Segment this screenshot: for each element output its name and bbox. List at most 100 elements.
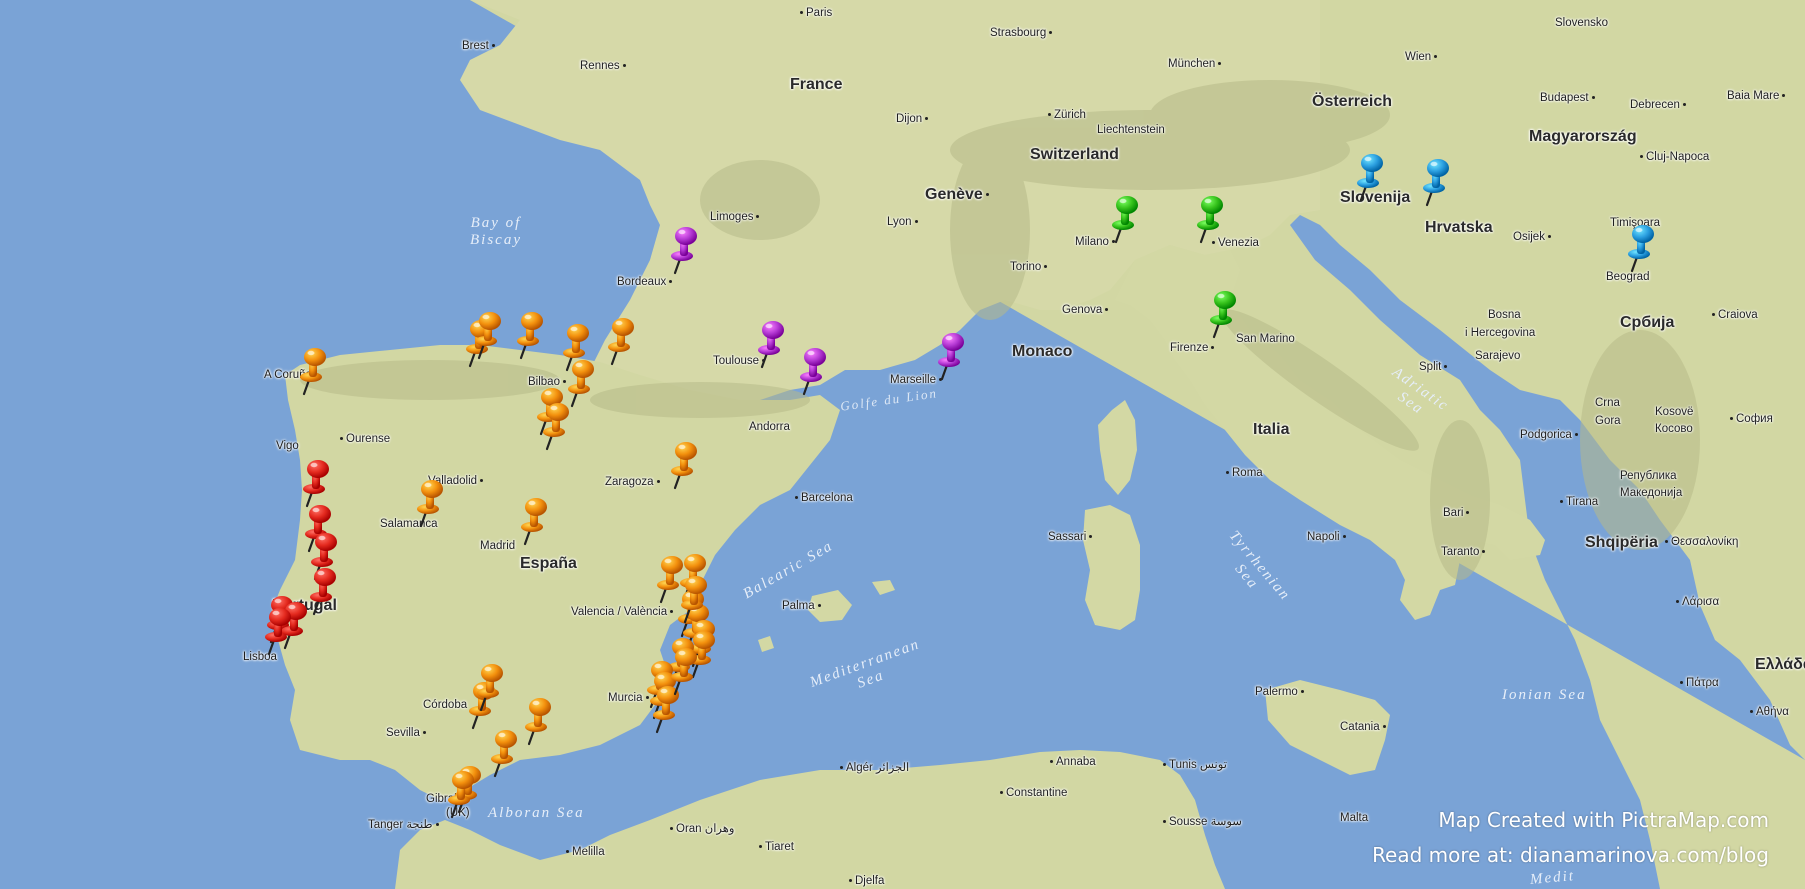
map-label: Podgorica — [1520, 429, 1578, 442]
pushpin-marker[interactable] — [518, 496, 552, 546]
pushpin-marker[interactable] — [605, 316, 639, 366]
map-label: Rennes — [580, 60, 626, 73]
map-label: Switzerland — [1030, 146, 1119, 163]
pushpin-icon — [671, 227, 697, 275]
map-label: Annaba — [1050, 756, 1096, 769]
map-label: Shqipëria — [1585, 534, 1658, 551]
pushpin-marker[interactable] — [445, 769, 479, 819]
map-label: Tirana — [1560, 496, 1598, 509]
map-label: Tiaret — [759, 841, 794, 854]
pushpin-icon — [417, 480, 443, 528]
map-label: Madrid — [480, 540, 516, 552]
map-label: Craiova — [1712, 309, 1758, 322]
pushpin-marker[interactable] — [474, 662, 508, 712]
map-label: Македонија — [1620, 487, 1683, 499]
pushpin-icon — [1112, 196, 1138, 244]
map-label: Osijek — [1513, 231, 1551, 244]
map-label: Italia — [1253, 421, 1290, 438]
map-label: София — [1730, 413, 1773, 426]
map-label: Λάρισα — [1676, 596, 1719, 609]
pushpin-icon — [543, 403, 569, 451]
pushpin-icon — [671, 648, 697, 696]
pushpin-marker[interactable] — [668, 440, 702, 490]
map-label: Vigo — [276, 440, 299, 452]
pushpin-marker[interactable] — [472, 310, 506, 360]
pushpin-marker[interactable] — [1354, 152, 1388, 202]
map-label: España — [520, 555, 577, 572]
sea-label: Ionian Sea — [1502, 687, 1587, 703]
pushpin-icon — [310, 568, 336, 616]
map-label: Zürich — [1048, 109, 1086, 122]
pushpin-marker[interactable] — [1625, 223, 1659, 273]
map-label: München — [1168, 58, 1221, 71]
pushpin-marker[interactable] — [297, 346, 331, 396]
pushpin-marker[interactable] — [522, 696, 556, 746]
map-label: Sassari — [1048, 531, 1092, 544]
map-label: Bordeaux — [617, 276, 672, 289]
map-label: Lyon — [887, 216, 918, 229]
map-label: Napoli — [1307, 531, 1346, 544]
sea-label: Alboran Sea — [488, 805, 585, 821]
pushpin-marker[interactable] — [678, 574, 712, 624]
pushpin-icon — [517, 312, 543, 360]
pushpin-marker[interactable] — [668, 646, 702, 696]
pushpin-icon — [477, 664, 503, 712]
map-view[interactable]: Paris Brest Rennes France Strasbourg Mün… — [0, 0, 1805, 889]
map-label: Split — [1419, 361, 1447, 374]
map-label: Murcia — [608, 692, 649, 705]
pushpin-marker[interactable] — [1420, 157, 1454, 207]
pushpin-icon — [525, 698, 551, 746]
map-label: France — [790, 76, 843, 93]
pushpin-marker[interactable] — [414, 478, 448, 528]
map-label: Baia Mare — [1727, 90, 1785, 103]
map-label: Catania — [1340, 721, 1386, 734]
pushpin-icon — [671, 442, 697, 490]
map-label: Tanger طنجة — [368, 819, 439, 832]
map-label: Limoges — [710, 211, 759, 224]
map-label: i Hercegovina — [1465, 327, 1536, 339]
map-label: Palma — [782, 600, 821, 613]
pushpin-marker[interactable] — [668, 225, 702, 275]
map-label: Budapest — [1540, 92, 1595, 105]
pushpin-marker[interactable] — [262, 606, 296, 656]
pushpin-marker[interactable] — [1109, 194, 1143, 244]
pushpin-icon — [300, 348, 326, 396]
map-label: Österreich — [1312, 93, 1393, 110]
map-label: Slovensko — [1555, 17, 1609, 29]
map-label: Roma — [1226, 467, 1263, 480]
pushpin-marker[interactable] — [514, 310, 548, 360]
pushpin-marker[interactable] — [488, 728, 522, 778]
pushpin-marker[interactable] — [1194, 194, 1228, 244]
pushpin-marker[interactable] — [300, 458, 334, 508]
map-label: Tunis تونس — [1163, 759, 1227, 772]
map-label: Dijon — [896, 113, 928, 126]
pushpin-icon — [265, 608, 291, 656]
pushpin-marker[interactable] — [797, 346, 831, 396]
pushpin-marker[interactable] — [755, 319, 789, 369]
pushpin-icon — [521, 498, 547, 546]
pushpin-icon — [1628, 225, 1654, 273]
pushpin-marker[interactable] — [540, 401, 574, 451]
map-label: Genève — [925, 187, 989, 203]
map-label: Taranto — [1441, 546, 1485, 559]
map-label: Zaragoza — [605, 476, 660, 489]
pushpin-marker[interactable] — [1207, 289, 1241, 339]
map-label: Sarajevo — [1475, 350, 1521, 362]
map-label: Beograd — [1606, 271, 1650, 283]
pushpin-marker[interactable] — [935, 331, 969, 381]
map-label: Andorra — [749, 421, 790, 433]
map-label: Србија — [1620, 314, 1675, 331]
map-label: Wien — [1405, 51, 1437, 64]
pushpin-icon — [1210, 291, 1236, 339]
pushpin-icon — [491, 730, 517, 778]
map-label: Crna — [1595, 397, 1620, 409]
map-label: Oran وهران — [670, 823, 734, 836]
credit-line-2: Read more at: dianamarinova.com/blog — [1372, 843, 1769, 867]
sea-label: Bay of Biscay — [470, 215, 522, 248]
map-label: Ελλάδα — [1755, 656, 1805, 673]
pushpin-marker[interactable] — [307, 566, 341, 616]
map-label: Algér الجزائر — [840, 762, 909, 775]
map-label: Косово — [1655, 423, 1693, 435]
map-label: Bosna — [1488, 309, 1521, 321]
map-label: Αθήνα — [1750, 706, 1789, 719]
